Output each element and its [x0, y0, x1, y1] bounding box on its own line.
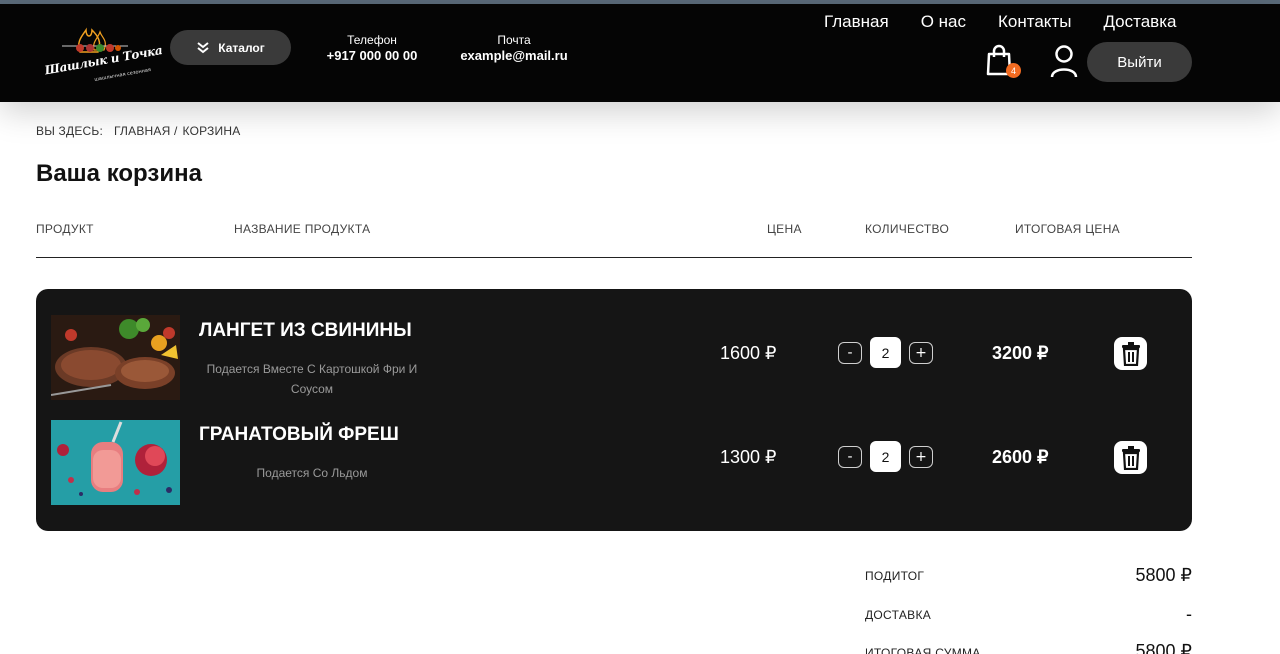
cart-count-badge: 4: [1006, 63, 1021, 78]
mail-contact: Почта example@mail.ru: [452, 33, 576, 63]
main-nav: Главная О нас Контакты Доставка: [808, 12, 1192, 38]
mail-value[interactable]: example@mail.ru: [452, 48, 576, 63]
site-header: Шашлык и Точка шашлычная сезонная Катало…: [0, 4, 1280, 102]
cart-button[interactable]: 4: [985, 44, 1021, 82]
column-total: ИТОГОВАЯ ЦЕНА: [1015, 222, 1120, 236]
double-chevron-down-icon: [197, 41, 209, 53]
product-name[interactable]: ГРАНАТОВЫЙ ФРЕШ: [199, 424, 399, 446]
column-product: ПРОДУКТ: [36, 222, 94, 236]
delivery-value: -: [1186, 604, 1192, 624]
nav-home[interactable]: Главная: [824, 12, 889, 38]
product-name[interactable]: ЛАНГЕТ ИЗ СВИНИНЫ: [199, 320, 412, 342]
quantity-input[interactable]: 2: [870, 337, 901, 368]
product-image-fresh[interactable]: [51, 420, 180, 505]
quantity-stepper: - 2 +: [838, 337, 933, 368]
product-description: Подается Вместе С Картошкой Фри И Соусом: [206, 362, 418, 396]
column-price: ЦЕНА: [767, 222, 802, 236]
cart-row: ЛАНГЕТ ИЗ СВИНИНЫ Подается Вместе С Карт…: [36, 315, 1192, 405]
subtotal-value: 5800 ₽: [1135, 565, 1193, 585]
breadcrumb-current: КОРЗИНА: [182, 124, 241, 138]
product-total: 2600 ₽: [992, 447, 1049, 467]
nav-about[interactable]: О нас: [921, 12, 966, 38]
phone-value[interactable]: +917 000 00 00: [318, 48, 426, 63]
subtotal-label: ПОДИТОГ: [865, 569, 925, 583]
logout-button[interactable]: Выйти: [1087, 42, 1192, 82]
column-name: НАЗВАНИЕ ПРОДУКТА: [234, 222, 371, 236]
product-price: 1600 ₽: [720, 343, 777, 363]
increase-quantity-button[interactable]: +: [909, 341, 933, 364]
steak-image: [51, 315, 180, 400]
nav-contacts[interactable]: Контакты: [998, 12, 1071, 38]
pomegranate-juice-image: [51, 420, 180, 505]
delivery-label: ДОСТАВКА: [865, 608, 932, 622]
phone-contact: Телефон +917 000 00 00: [318, 33, 426, 63]
product-image-langet[interactable]: [51, 315, 180, 400]
page-title: Ваша корзина: [36, 160, 202, 187]
product-price: 1300 ₽: [720, 447, 777, 467]
quantity-stepper: - 2 +: [838, 441, 933, 472]
breadcrumb-prefix: ВЫ ЗДЕСЬ:: [36, 124, 104, 138]
grand-total-label: ИТОГОВАЯ СУММА: [865, 646, 981, 654]
remove-item-button[interactable]: [1114, 441, 1147, 474]
mail-label: Почта: [497, 33, 531, 47]
remove-item-button[interactable]: [1114, 337, 1147, 370]
trash-icon: [1121, 341, 1140, 366]
catalog-button[interactable]: Каталог: [170, 30, 291, 65]
phone-label: Телефон: [347, 33, 397, 47]
breadcrumb-home[interactable]: ГЛАВНАЯ /: [114, 124, 178, 138]
grand-total-value: 5800 ₽: [1135, 641, 1193, 654]
product-total: 3200 ₽: [992, 343, 1049, 363]
site-logo[interactable]: Шашлык и Точка шашлычная сезонная: [42, 16, 163, 83]
decrease-quantity-button[interactable]: -: [838, 341, 862, 364]
decrease-quantity-button[interactable]: -: [838, 445, 862, 468]
nav-delivery[interactable]: Доставка: [1103, 12, 1176, 38]
cart-panel: ЛАНГЕТ ИЗ СВИНИНЫ Подается Вместе С Карт…: [36, 289, 1192, 531]
catalog-label: Каталог: [218, 40, 265, 55]
trash-icon: [1121, 445, 1140, 470]
product-description: Подается Со Льдом: [256, 466, 368, 480]
breadcrumb: ВЫ ЗДЕСЬ: ГЛАВНАЯ / КОРЗИНА: [36, 124, 240, 138]
increase-quantity-button[interactable]: +: [909, 445, 933, 468]
cart-row: ГРАНАТОВЫЙ ФРЕШ Подается Со Льдом 1300 ₽…: [36, 420, 1192, 510]
profile-button[interactable]: [1049, 44, 1079, 80]
user-icon: [1050, 45, 1078, 78]
column-quantity: КОЛИЧЕСТВО: [865, 222, 950, 236]
header-divider: [36, 257, 1192, 258]
quantity-input[interactable]: 2: [870, 441, 901, 472]
